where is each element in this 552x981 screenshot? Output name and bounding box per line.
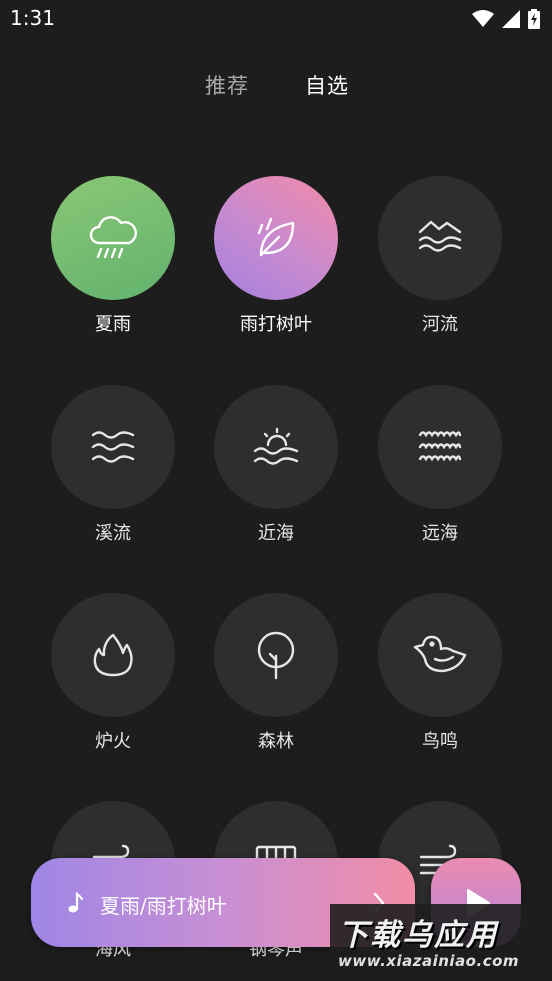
sound-label: 河流 [422, 314, 458, 335]
sound-toggle[interactable] [378, 593, 502, 717]
sound-toggle[interactable] [51, 385, 175, 509]
leaf-rain-icon [253, 215, 299, 261]
sound-item-birdsong[interactable]: 鸟鸣 [378, 593, 502, 763]
sound-item-far-sea[interactable]: 远海 [378, 385, 502, 555]
now-playing-title: 夏雨/雨打树叶 [100, 894, 227, 918]
sound-item-summer-rain[interactable]: 夏雨 [51, 176, 175, 346]
sound-item-rain-on-leaves[interactable]: 雨打树叶 [214, 176, 338, 346]
ocean-waves-icon [417, 427, 463, 467]
sound-toggle[interactable] [214, 593, 338, 717]
stream-icon [90, 427, 136, 467]
watermark-title: 下载乌应用 [338, 918, 498, 953]
tree-icon [254, 630, 298, 680]
sound-label: 鸟鸣 [422, 731, 458, 752]
sound-label: 炉火 [95, 731, 131, 752]
sound-toggle[interactable] [378, 385, 502, 509]
river-icon [417, 218, 463, 258]
sound-item-river[interactable]: 河流 [378, 176, 502, 346]
sound-toggle[interactable] [378, 176, 502, 300]
watermark: 下载乌应用 www.xiazainiao.com [330, 904, 548, 976]
sound-label: 溪流 [95, 523, 131, 544]
watermark-url: www.xiazainiao.com [338, 952, 520, 970]
sound-label: 森林 [258, 731, 294, 752]
sound-toggle[interactable] [51, 176, 175, 300]
sound-toggle[interactable] [214, 385, 338, 509]
sound-label: 远海 [422, 523, 458, 544]
sound-toggle[interactable] [51, 593, 175, 717]
sound-toggle[interactable] [214, 176, 338, 300]
sound-label: 近海 [258, 523, 294, 544]
sound-item-stream[interactable]: 溪流 [51, 385, 175, 555]
flame-icon [91, 631, 135, 679]
sunrise-sea-icon [252, 425, 300, 469]
sound-label: 夏雨 [95, 314, 131, 335]
sound-grid: 夏雨 雨打树叶 河流 溪流 近海 远海 炉火 森林 鸟鸣 海风 钢琴声 [0, 0, 552, 981]
music-note-icon [67, 891, 84, 918]
sound-label: 雨打树叶 [240, 314, 312, 335]
sound-item-near-sea[interactable]: 近海 [214, 385, 338, 555]
rain-cloud-icon [87, 215, 139, 261]
sound-item-forest[interactable]: 森林 [214, 593, 338, 763]
sound-item-fireplace[interactable]: 炉火 [51, 593, 175, 763]
bird-icon [413, 633, 467, 677]
